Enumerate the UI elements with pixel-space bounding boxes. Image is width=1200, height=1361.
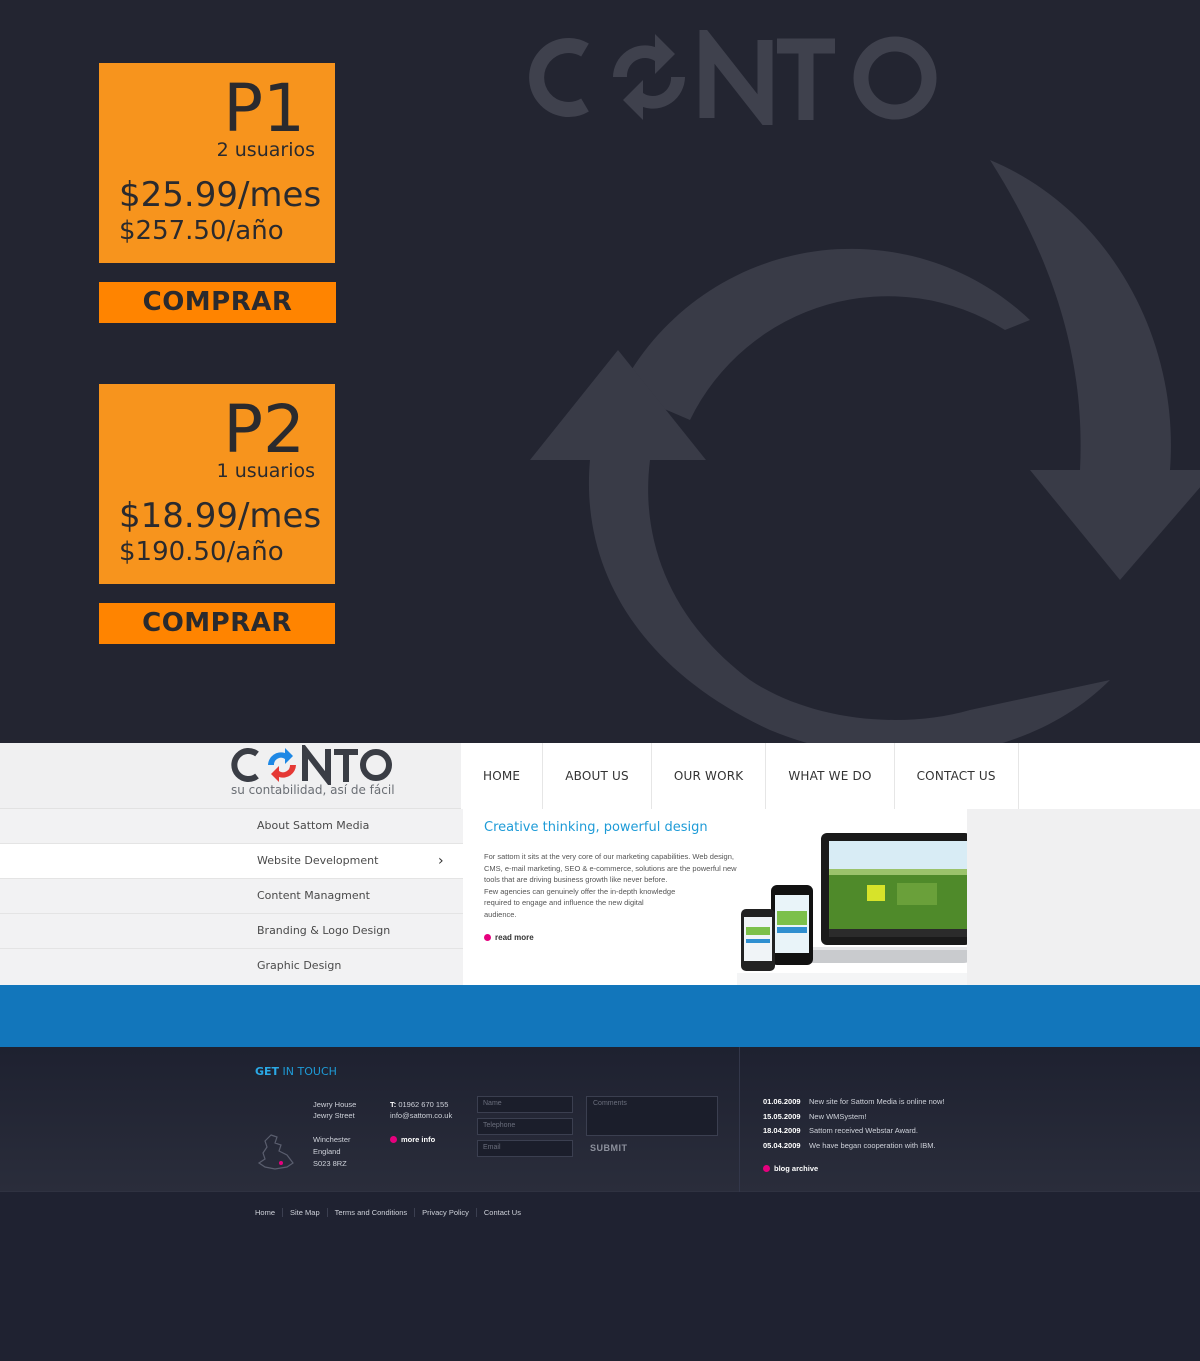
comments-field[interactable]: Comments	[586, 1096, 718, 1136]
devices-showcase-image	[737, 833, 967, 985]
email-link[interactable]: info@sattom.co.uk	[390, 1110, 452, 1122]
bullet-icon	[484, 934, 491, 941]
uk-map-icon	[257, 1134, 294, 1170]
footer: GET IN TOUCH Jewry House Jewry Street Wi…	[0, 1047, 1200, 1192]
content-right-panel	[967, 809, 1200, 985]
site-header: su contabilidad, así de fácil HOME ABOUT…	[0, 743, 1200, 809]
refresh-arrows-icon	[530, 160, 1200, 743]
read-more-link[interactable]: read more	[484, 933, 534, 942]
address-line: Winchester	[313, 1135, 351, 1144]
phone-number: 01962 670 155	[398, 1100, 449, 1109]
blue-band	[0, 985, 1200, 1047]
footer-link-contact[interactable]: Contact Us	[475, 1208, 528, 1217]
nav-our-work[interactable]: OUR WORK	[652, 743, 767, 809]
news-item[interactable]: 18.04.2009 Sattom received Webstar Award.	[763, 1124, 944, 1139]
sidebar-item-about[interactable]: About Sattom Media	[0, 809, 463, 844]
news-text: We have began cooperation with IBM.	[809, 1140, 936, 1150]
news-date: 18.04.2009	[763, 1126, 801, 1135]
address-line: Jewry Street	[313, 1111, 355, 1120]
plan-monthly-price: $25.99/mes	[119, 175, 322, 215]
footer-link-terms[interactable]: Terms and Conditions	[326, 1208, 415, 1217]
nav-about-us[interactable]: ABOUT US	[543, 743, 652, 809]
more-info-link[interactable]: more info	[390, 1135, 435, 1144]
sidebar: About Sattom Media Website Development ›…	[0, 809, 463, 985]
sidebar-item-label: Website Development	[257, 854, 379, 867]
plan-card-p2: P2 1 usuarios $18.99/mes $190.50/año	[99, 384, 335, 584]
address-line: England	[313, 1147, 341, 1156]
plan-name: P2	[223, 391, 305, 468]
nav-home[interactable]: HOME	[461, 743, 544, 809]
news-item[interactable]: 15.05.2009 New WMSystem!	[763, 1110, 944, 1125]
news-list: 01.06.2009 New site for Sattom Media is o…	[763, 1095, 944, 1153]
blog-archive-label: blog archive	[774, 1164, 819, 1173]
telephone-field[interactable]: Telephone	[477, 1118, 573, 1135]
brand-logo[interactable]	[230, 745, 392, 785]
plan-card-p1: P1 2 usuarios $25.99/mes $257.50/año	[99, 63, 335, 263]
submit-button[interactable]: SUBMIT	[590, 1143, 628, 1153]
bullet-icon	[390, 1136, 397, 1143]
address-line: Jewry House	[313, 1100, 357, 1109]
sidebar-item-website-development[interactable]: Website Development ›	[0, 844, 463, 879]
buy-button-p1[interactable]: COMPRAR	[99, 282, 336, 323]
footer-link-home[interactable]: Home	[255, 1208, 282, 1217]
chevron-right-icon: ›	[438, 853, 444, 869]
blog-archive-link[interactable]: blog archive	[763, 1164, 818, 1173]
plan-yearly-price: $190.50/año	[119, 537, 284, 567]
footer-link-privacy[interactable]: Privacy Policy	[414, 1208, 476, 1217]
phone-line: T: 01962 670 155	[390, 1099, 448, 1111]
news-text: New site for Sattom Media is online now!	[809, 1097, 945, 1106]
footer-link-site-map[interactable]: Site Map	[282, 1208, 327, 1217]
sidebar-item-content-management[interactable]: Content Managment	[0, 879, 463, 914]
plan-users: 2 usuarios	[216, 139, 315, 161]
nav-contact-us[interactable]: CONTACT US	[895, 743, 1018, 809]
sidebar-item-branding[interactable]: Branding & Logo Design	[0, 914, 463, 949]
hero-section: P1 2 usuarios $25.99/mes $257.50/año COM…	[0, 0, 1200, 743]
buy-button-p2[interactable]: COMPRAR	[99, 603, 335, 644]
get-in-touch-heading: GET IN TOUCH	[255, 1065, 337, 1078]
more-info-label: more info	[401, 1135, 436, 1144]
content-panel: Creative thinking, powerful design For s…	[463, 809, 967, 985]
news-date: 15.05.2009	[763, 1111, 801, 1121]
brand-tagline: su contabilidad, así de fácil	[231, 783, 395, 797]
news-item[interactable]: 05.04.2009 We have began cooperation with…	[763, 1139, 944, 1154]
phone-label: T:	[390, 1100, 397, 1109]
plan-monthly-price: $18.99/mes	[119, 496, 322, 536]
name-field[interactable]: Name	[477, 1096, 573, 1113]
sidebar-item-graphic-design[interactable]: Graphic Design	[0, 949, 463, 984]
heading-rest: IN TOUCH	[279, 1065, 337, 1078]
email-field[interactable]: Email	[477, 1140, 573, 1157]
plan-yearly-price: $257.50/año	[119, 216, 284, 246]
bullet-icon	[763, 1165, 770, 1172]
nav-what-we-do[interactable]: WHAT WE DO	[766, 743, 895, 809]
main-nav: HOME ABOUT US OUR WORK WHAT WE DO CONTAC…	[461, 743, 1019, 809]
news-date: 05.04.2009	[763, 1140, 801, 1150]
plan-name: P1	[223, 70, 305, 147]
heading-bold: GET	[255, 1065, 280, 1078]
background-brand-logo	[529, 30, 937, 125]
read-more-label: read more	[495, 933, 534, 942]
plan-users: 1 usuarios	[216, 460, 315, 482]
bottom-links: Home Site Map Terms and Conditions Priva…	[255, 1208, 528, 1217]
news-item[interactable]: 01.06.2009 New site for Sattom Media is o…	[763, 1095, 944, 1110]
address-line: S023 8RZ	[313, 1159, 347, 1168]
news-text: New WMSystem!	[809, 1111, 867, 1121]
news-date: 01.06.2009	[763, 1097, 801, 1106]
news-text: Sattom received Webstar Award.	[809, 1126, 918, 1135]
content-title: Creative thinking, powerful design	[484, 820, 708, 835]
logo-panel: su contabilidad, así de fácil	[0, 743, 461, 809]
footer-divider	[739, 1047, 740, 1192]
